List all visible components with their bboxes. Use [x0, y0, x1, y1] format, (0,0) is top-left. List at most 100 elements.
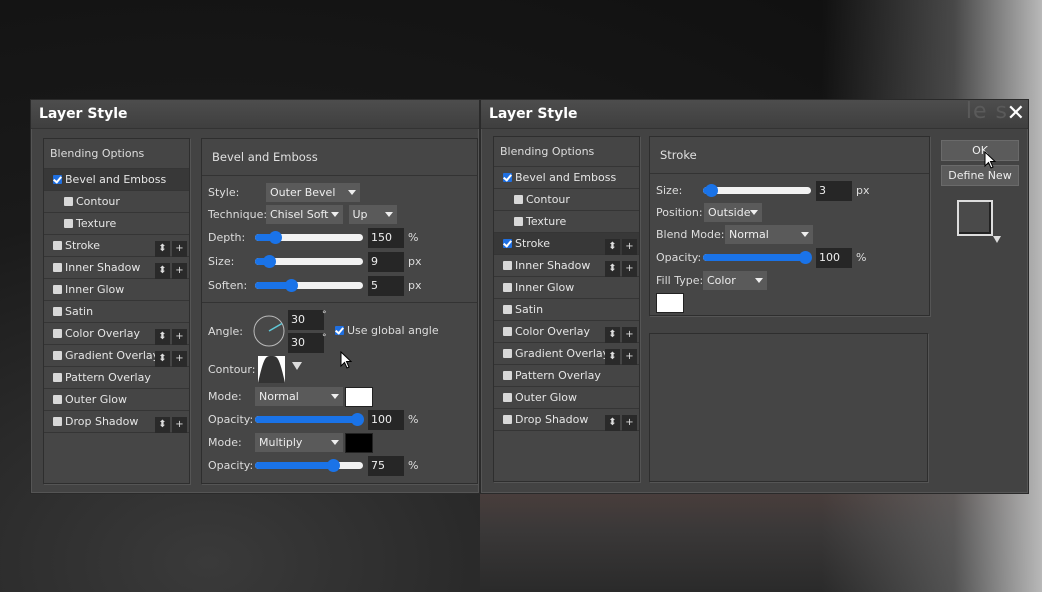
add-effect-icon[interactable]: + [622, 415, 637, 431]
soften-slider[interactable] [255, 276, 363, 295]
shadow-opacity-slider[interactable] [255, 456, 363, 475]
list-item-contour[interactable]: Contour [44, 191, 189, 213]
list-item-drop-shadow[interactable]: Drop Shadow ⬍ + [494, 409, 639, 431]
list-item-inner-glow[interactable]: Inner Glow [44, 279, 189, 301]
depth-input[interactable]: 150 [368, 228, 404, 248]
highlight-mode-select[interactable]: Normal [255, 387, 343, 406]
add-effect-icon[interactable]: + [172, 241, 187, 257]
style-preview-thumbnail[interactable] [957, 200, 993, 236]
list-item-drop-shadow[interactable]: Drop Shadow ⬍ + [44, 411, 189, 433]
list-item-satin[interactable]: Satin [44, 301, 189, 323]
effect-checkbox[interactable] [64, 196, 73, 206]
stroke-opacity-slider[interactable] [703, 248, 812, 267]
shadow-opacity-input[interactable]: 75 [368, 456, 404, 476]
effect-checkbox[interactable] [503, 172, 512, 182]
effect-checkbox[interactable] [503, 370, 512, 380]
reorder-icon[interactable]: ⬍ [155, 329, 170, 345]
depth-slider[interactable] [255, 228, 363, 247]
effect-checkbox[interactable] [514, 194, 523, 204]
add-effect-icon[interactable]: + [622, 349, 637, 365]
slider-handle[interactable] [269, 231, 283, 244]
stroke-size-input[interactable]: 3 [816, 181, 852, 201]
technique-select[interactable]: Chisel Soft [266, 205, 343, 224]
list-item-satin[interactable]: Satin [494, 299, 639, 321]
contour-preview[interactable] [258, 356, 285, 383]
size-slider[interactable] [255, 252, 363, 271]
add-effect-icon[interactable]: + [622, 261, 637, 277]
slider-handle[interactable] [262, 255, 276, 268]
reorder-icon[interactable]: ⬍ [155, 263, 170, 279]
position-select[interactable]: Outside [704, 203, 762, 222]
stroke-size-slider[interactable] [703, 181, 811, 200]
slider-handle[interactable] [704, 184, 718, 197]
effect-checkbox[interactable] [53, 284, 62, 294]
list-item-inner-shadow[interactable]: Inner Shadow ⬍ + [494, 255, 639, 277]
effect-checkbox[interactable] [53, 416, 62, 426]
define-new-button[interactable]: Define New [941, 165, 1019, 186]
list-item-gradient-overlay[interactable]: Gradient Overlay ⬍ + [494, 343, 639, 365]
close-icon[interactable]: ✕ [1007, 100, 1025, 128]
stroke-opacity-input[interactable]: 100 [816, 248, 852, 268]
contour-dropdown-icon[interactable] [292, 362, 302, 370]
effect-checkbox[interactable] [503, 260, 512, 270]
list-item-color-overlay[interactable]: Color Overlay ⬍ + [494, 321, 639, 343]
list-item-outer-glow[interactable]: Outer Glow [44, 389, 189, 411]
list-item-bevel-and-emboss[interactable]: Bevel and Emboss [494, 167, 639, 189]
list-item-stroke[interactable]: Stroke ⬍ + [44, 235, 189, 257]
slider-handle[interactable] [284, 279, 298, 292]
effect-checkbox[interactable] [53, 350, 62, 360]
stroke-color-swatch[interactable] [656, 293, 684, 313]
add-effect-icon[interactable]: + [622, 327, 637, 343]
list-item-pattern-overlay[interactable]: Pattern Overlay [44, 367, 189, 389]
list-item-outer-glow[interactable]: Outer Glow [494, 387, 639, 409]
slider-handle[interactable] [327, 459, 340, 472]
effect-checkbox[interactable] [64, 218, 73, 228]
reorder-icon[interactable]: ⬍ [605, 261, 620, 277]
highlight-opacity-input[interactable]: 100 [368, 410, 404, 430]
direction-select[interactable]: Up [348, 205, 397, 224]
effect-checkbox[interactable] [503, 392, 512, 402]
list-item-texture[interactable]: Texture [494, 211, 639, 233]
effect-checkbox[interactable] [53, 174, 62, 184]
effect-checkbox[interactable] [503, 414, 512, 424]
list-item-pattern-overlay[interactable]: Pattern Overlay [494, 365, 639, 387]
shadow-mode-select[interactable]: Multiply [255, 433, 343, 452]
add-effect-icon[interactable]: + [172, 417, 187, 433]
add-effect-icon[interactable]: + [172, 351, 187, 367]
effect-checkbox[interactable] [53, 328, 62, 338]
reorder-icon[interactable]: ⬍ [605, 349, 620, 365]
list-item-blending-options[interactable]: Blending Options [44, 139, 189, 169]
list-item-texture[interactable]: Texture [44, 213, 189, 235]
highlight-opacity-slider[interactable] [255, 410, 364, 429]
style-select[interactable]: Outer Bevel [266, 183, 360, 202]
effect-checkbox[interactable] [53, 394, 62, 404]
effect-checkbox[interactable] [514, 216, 523, 226]
reorder-icon[interactable]: ⬍ [155, 417, 170, 433]
shadow-color-swatch[interactable] [345, 433, 373, 453]
angle-dial[interactable] [252, 314, 286, 348]
list-item-inner-shadow[interactable]: Inner Shadow ⬍ + [44, 257, 189, 279]
reorder-icon[interactable]: ⬍ [605, 415, 620, 431]
highlight-color-swatch[interactable] [345, 387, 373, 407]
effect-checkbox[interactable] [53, 372, 62, 382]
add-effect-icon[interactable]: + [622, 239, 637, 255]
preview-dropdown-icon[interactable] [993, 236, 1001, 243]
blend-mode-select[interactable]: Normal [725, 225, 813, 244]
list-item-contour[interactable]: Contour [494, 189, 639, 211]
fill-type-select[interactable]: Color [703, 271, 767, 290]
add-effect-icon[interactable]: + [172, 263, 187, 279]
angle-input[interactable]: 30 [288, 310, 324, 330]
soften-input[interactable]: 5 [368, 276, 404, 296]
effect-checkbox[interactable] [503, 326, 512, 336]
reorder-icon[interactable]: ⬍ [605, 327, 620, 343]
effect-checkbox[interactable] [53, 262, 62, 272]
effect-checkbox[interactable] [53, 306, 62, 316]
list-item-bevel-and-emboss[interactable]: Bevel and Emboss [44, 169, 189, 191]
list-item-blending-options[interactable]: Blending Options [494, 137, 639, 167]
slider-handle[interactable] [351, 413, 364, 426]
effect-checkbox[interactable] [503, 238, 512, 248]
global-angle-checkbox[interactable] [335, 325, 344, 335]
list-item-color-overlay[interactable]: Color Overlay ⬍ + [44, 323, 189, 345]
list-item-inner-glow[interactable]: Inner Glow [494, 277, 639, 299]
size-input[interactable]: 9 [368, 252, 404, 272]
